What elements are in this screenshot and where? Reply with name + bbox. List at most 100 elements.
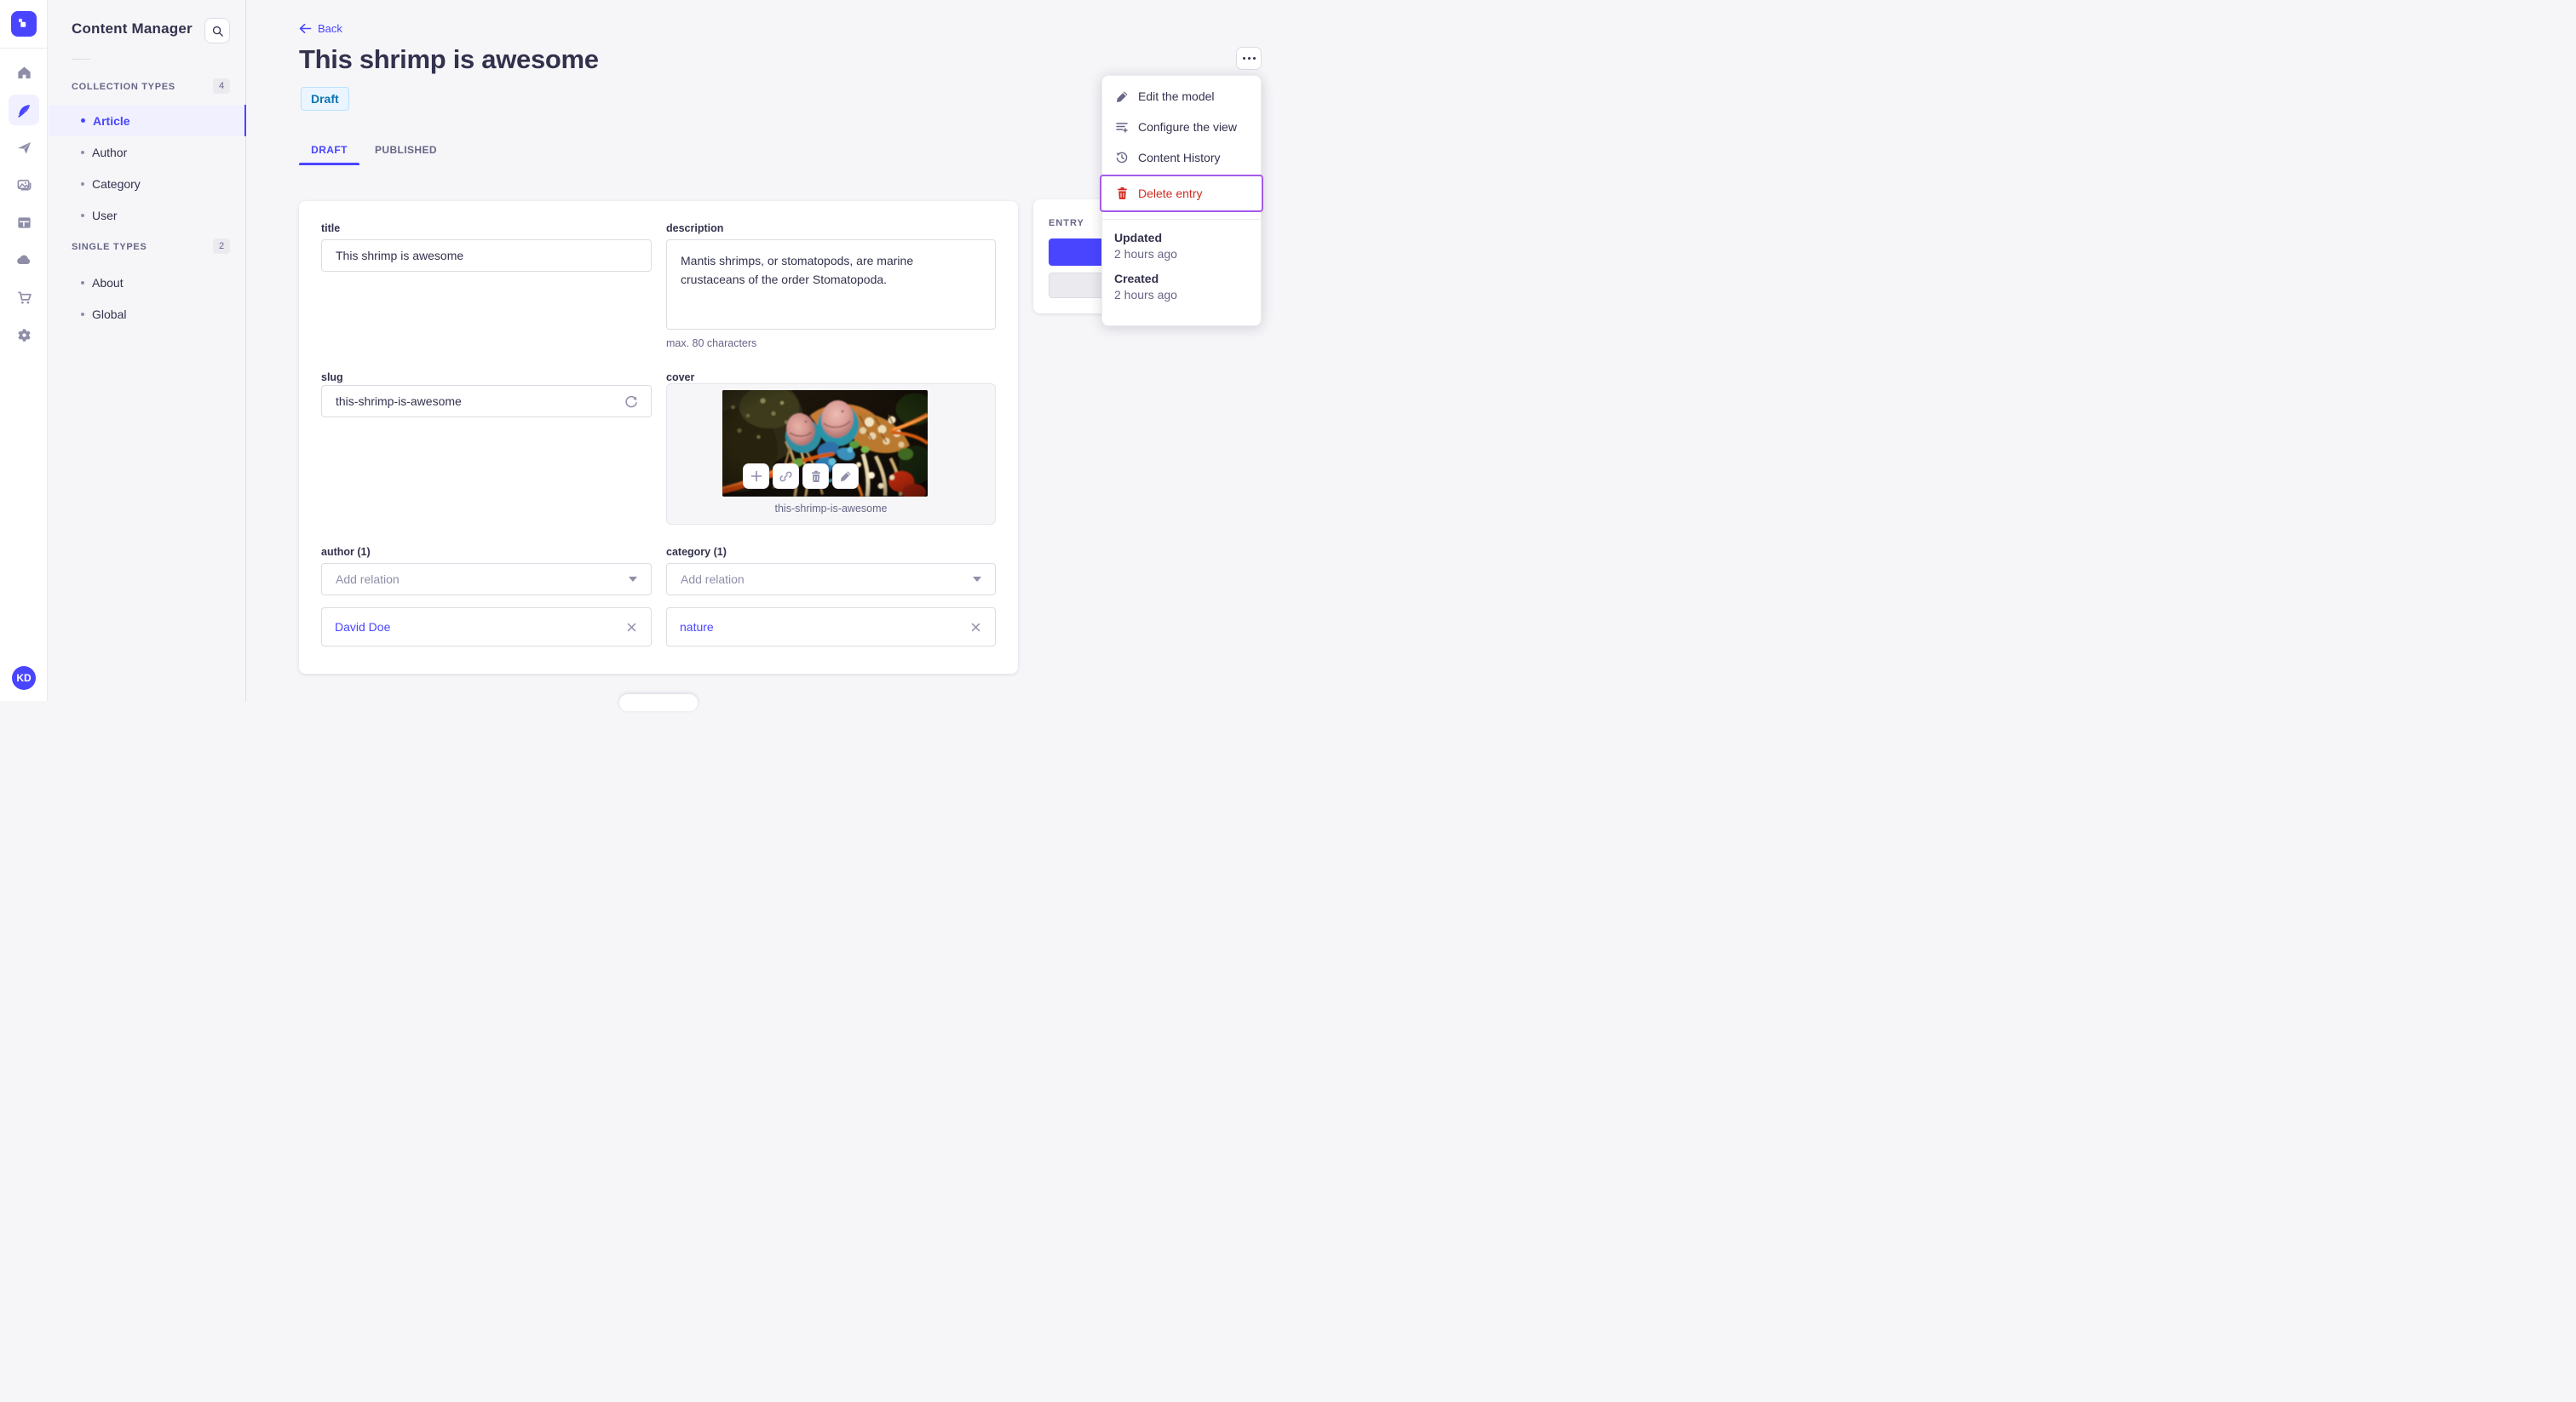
history-clock-icon (1114, 150, 1130, 165)
sidebar-item-label: Author (92, 145, 128, 159)
category-relation-item: nature (666, 607, 996, 646)
sidebar-item-label: Global (92, 307, 127, 321)
remove-relation-icon[interactable] (624, 620, 638, 634)
description-textarea[interactable]: Mantis shrimps, or stomatopods, are mari… (666, 239, 996, 330)
author-add-relation-combobox[interactable]: Add relation (321, 563, 652, 595)
edit-media-button[interactable] (832, 463, 859, 489)
tab-label: DRAFT (311, 144, 348, 156)
more-actions-button[interactable] (1236, 47, 1262, 70)
chevron-down-icon (973, 577, 981, 582)
main-content: Back This shrimp is awesome Draft DRAFT … (246, 0, 1288, 711)
tab-draft[interactable]: DRAFT (299, 139, 359, 165)
add-media-button[interactable] (743, 463, 769, 489)
rail-menu (9, 57, 39, 350)
dot-icon (1252, 57, 1256, 60)
sidebar-item-global[interactable]: Global (49, 298, 246, 330)
menu-item-edit-model[interactable]: Edit the model (1102, 81, 1261, 112)
sidebar-item-user[interactable]: User (49, 199, 246, 231)
content-type-builder-icon[interactable] (9, 207, 39, 238)
trash-icon (1114, 186, 1130, 201)
slug-input[interactable] (321, 385, 652, 417)
pencil-icon (840, 471, 851, 482)
menu-item-content-history[interactable]: Content History (1102, 142, 1261, 173)
content-manager-subnav: Content Manager COLLECTION TYPES 4 Artic… (49, 0, 246, 701)
sidebar-item-label: About (92, 275, 124, 290)
trash-icon (811, 470, 820, 482)
strapi-logo[interactable] (11, 11, 37, 37)
tab-published[interactable]: PUBLISHED (364, 139, 448, 165)
copy-link-button[interactable] (773, 463, 799, 489)
created-value: 2 hours ago (1114, 288, 1177, 302)
entry-meta: Updated 2 hours ago Created 2 hours ago (1102, 230, 1261, 303)
delete-media-button[interactable] (802, 463, 829, 489)
description-hint: max. 80 characters (666, 337, 757, 349)
dot-icon (1242, 57, 1245, 60)
author-relation-item: David Doe (321, 607, 652, 646)
description-field-label: description (666, 222, 724, 234)
menu-item-label: Edit the model (1138, 89, 1215, 103)
settings-gear-icon[interactable] (9, 319, 39, 350)
back-label: Back (318, 22, 342, 35)
avatar-initials: KD (16, 672, 32, 684)
title-input[interactable] (321, 239, 652, 272)
sidebar-item-label: User (92, 208, 118, 222)
dot-icon (1247, 57, 1251, 60)
sidebar-item-category[interactable]: Category (49, 168, 246, 199)
sidebar-item-article[interactable]: Article (49, 105, 246, 136)
cover-field-label: cover (666, 371, 695, 383)
bullet-icon (81, 280, 84, 284)
search-icon (212, 26, 223, 37)
category-add-relation-combobox[interactable]: Add relation (666, 563, 996, 595)
collection-types-count: 4 (213, 78, 230, 94)
combobox-placeholder: Add relation (681, 572, 745, 586)
strapi-logo-icon (19, 19, 29, 29)
rail-divider (0, 48, 47, 49)
release-paper-plane-icon[interactable] (9, 132, 39, 163)
cover-image-toolbar (743, 463, 859, 489)
user-avatar[interactable]: KD (12, 666, 36, 690)
bullet-icon (81, 213, 84, 217)
delete-entry-highlight: Delete entry (1100, 175, 1263, 212)
tab-bar: DRAFT PUBLISHED (299, 139, 448, 165)
bullet-icon (81, 118, 85, 123)
menu-divider (1102, 219, 1261, 220)
relation-link[interactable]: David Doe (335, 620, 390, 634)
media-library-icon[interactable] (9, 170, 39, 200)
regenerate-slug-icon[interactable] (624, 394, 639, 410)
subnav-divider (72, 59, 90, 60)
subnav-title: Content Manager (72, 20, 193, 37)
content-manager-feather-icon[interactable] (9, 95, 39, 125)
menu-item-label: Delete entry (1138, 187, 1203, 200)
menu-item-label: Configure the view (1138, 120, 1237, 134)
created-label: Created (1114, 272, 1159, 285)
menu-item-configure-view[interactable]: Configure the view (1102, 112, 1261, 142)
relation-link[interactable]: nature (680, 620, 714, 634)
search-button[interactable] (204, 18, 230, 43)
sidebar-item-about[interactable]: About (49, 267, 246, 298)
more-actions-menu: Edit the model Configure the view Conten… (1100, 75, 1263, 326)
category-field-label: category (1) (666, 546, 727, 558)
remove-relation-icon[interactable] (969, 620, 982, 634)
sidebar-item-label: Category (92, 176, 141, 191)
bullet-icon (81, 312, 84, 316)
deploy-cloud-icon[interactable] (9, 244, 39, 275)
back-link[interactable]: Back (299, 22, 342, 35)
author-field-label: author (1) (321, 546, 371, 558)
status-badge: Draft (301, 87, 349, 111)
floating-bar-peek[interactable] (619, 694, 698, 711)
sidebar-item-label: Article (93, 113, 130, 128)
tab-label: PUBLISHED (375, 144, 437, 156)
marketplace-cart-icon[interactable] (9, 282, 39, 313)
strapi-admin: KD Content Manager COLLECTION TYPES 4 Ar… (0, 0, 1288, 711)
updated-value: 2 hours ago (1114, 247, 1177, 261)
slug-field-label: slug (321, 371, 343, 383)
sidebar-item-author[interactable]: Author (49, 136, 246, 168)
nav-rail: KD (0, 0, 48, 701)
updated-label: Updated (1114, 231, 1162, 244)
link-icon (779, 471, 792, 481)
list-plus-icon (1114, 119, 1130, 135)
menu-item-delete-entry[interactable]: Delete entry (1101, 176, 1262, 210)
combobox-placeholder: Add relation (336, 572, 400, 586)
home-icon[interactable] (9, 57, 39, 88)
single-types-count: 2 (213, 238, 230, 254)
